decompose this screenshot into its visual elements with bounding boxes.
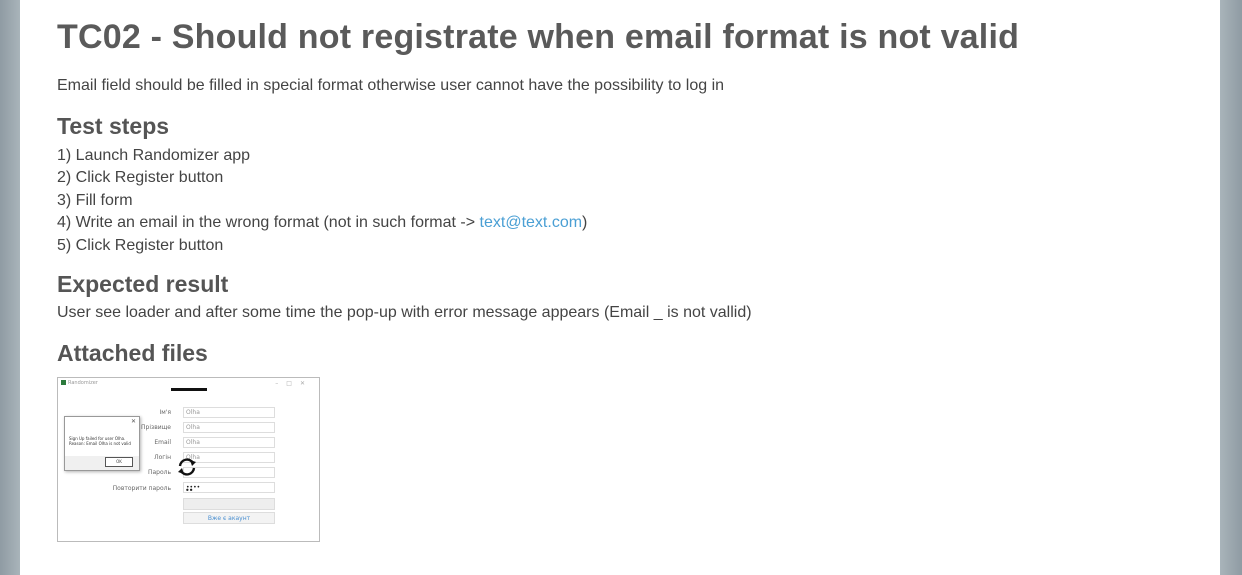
- step-item: 1) Launch Randomizer app: [57, 147, 251, 164]
- test-steps-list: 1) Launch Randomizer app 2) Click Regist…: [57, 145, 587, 257]
- error-message: Sign Up failed for user Olha. Reason: Em…: [69, 436, 131, 446]
- header-bar: [171, 388, 207, 391]
- field-label: Ім'я: [159, 409, 171, 416]
- expected-result-text: User see loader and after some time the …: [57, 304, 752, 321]
- loader-icon: [178, 458, 196, 476]
- close-icon: ✕: [130, 418, 136, 425]
- test-case-page: TC02 - Should not registrate when email …: [20, 0, 1220, 575]
- ok-button: OK: [105, 457, 133, 467]
- error-dialog: ✕ Sign Up failed for user Olha. Reason: …: [64, 416, 140, 471]
- email-field: Olha: [183, 437, 275, 448]
- last-name-field: Olha: [183, 422, 275, 433]
- app-icon: [61, 380, 66, 385]
- step-item: 2) Click Register button: [57, 169, 224, 187]
- window-controls: –□✕: [275, 380, 313, 387]
- expected-result-heading: Expected result: [57, 271, 229, 297]
- attachment-thumbnail[interactable]: Randomizer –□✕ Ім'я Olha Прізвище Olha E…: [57, 377, 320, 542]
- step-item: 5) Click Register button: [57, 236, 224, 254]
- dialog-footer: OK: [65, 456, 139, 470]
- first-name-field: Olha: [183, 407, 275, 418]
- password-dots: ••: [185, 486, 194, 495]
- attached-files-heading: Attached files: [57, 340, 208, 366]
- step-text: ): [582, 214, 588, 232]
- window-titlebar: Randomizer: [61, 380, 98, 386]
- step-item: 3) Fill form: [57, 191, 133, 209]
- step-text: 4) Write an email in the wrong format (n…: [57, 214, 480, 232]
- field-label: Повторити пароль: [112, 485, 171, 492]
- already-have-account-link: Вже є акаунт: [183, 512, 275, 524]
- step-item: 4) Write an email in the wrong format (n…: [57, 212, 587, 234]
- test-steps-heading: Test steps: [57, 113, 170, 139]
- page-title: TC02 - Should not registrate when email …: [57, 18, 1020, 56]
- email-example-link[interactable]: text@text.com: [480, 214, 583, 231]
- repeat-password-field: ••••: [183, 482, 275, 493]
- register-button: [183, 498, 275, 510]
- window-title: Randomizer: [68, 380, 98, 386]
- test-description: Email field should be filled in special …: [57, 77, 725, 94]
